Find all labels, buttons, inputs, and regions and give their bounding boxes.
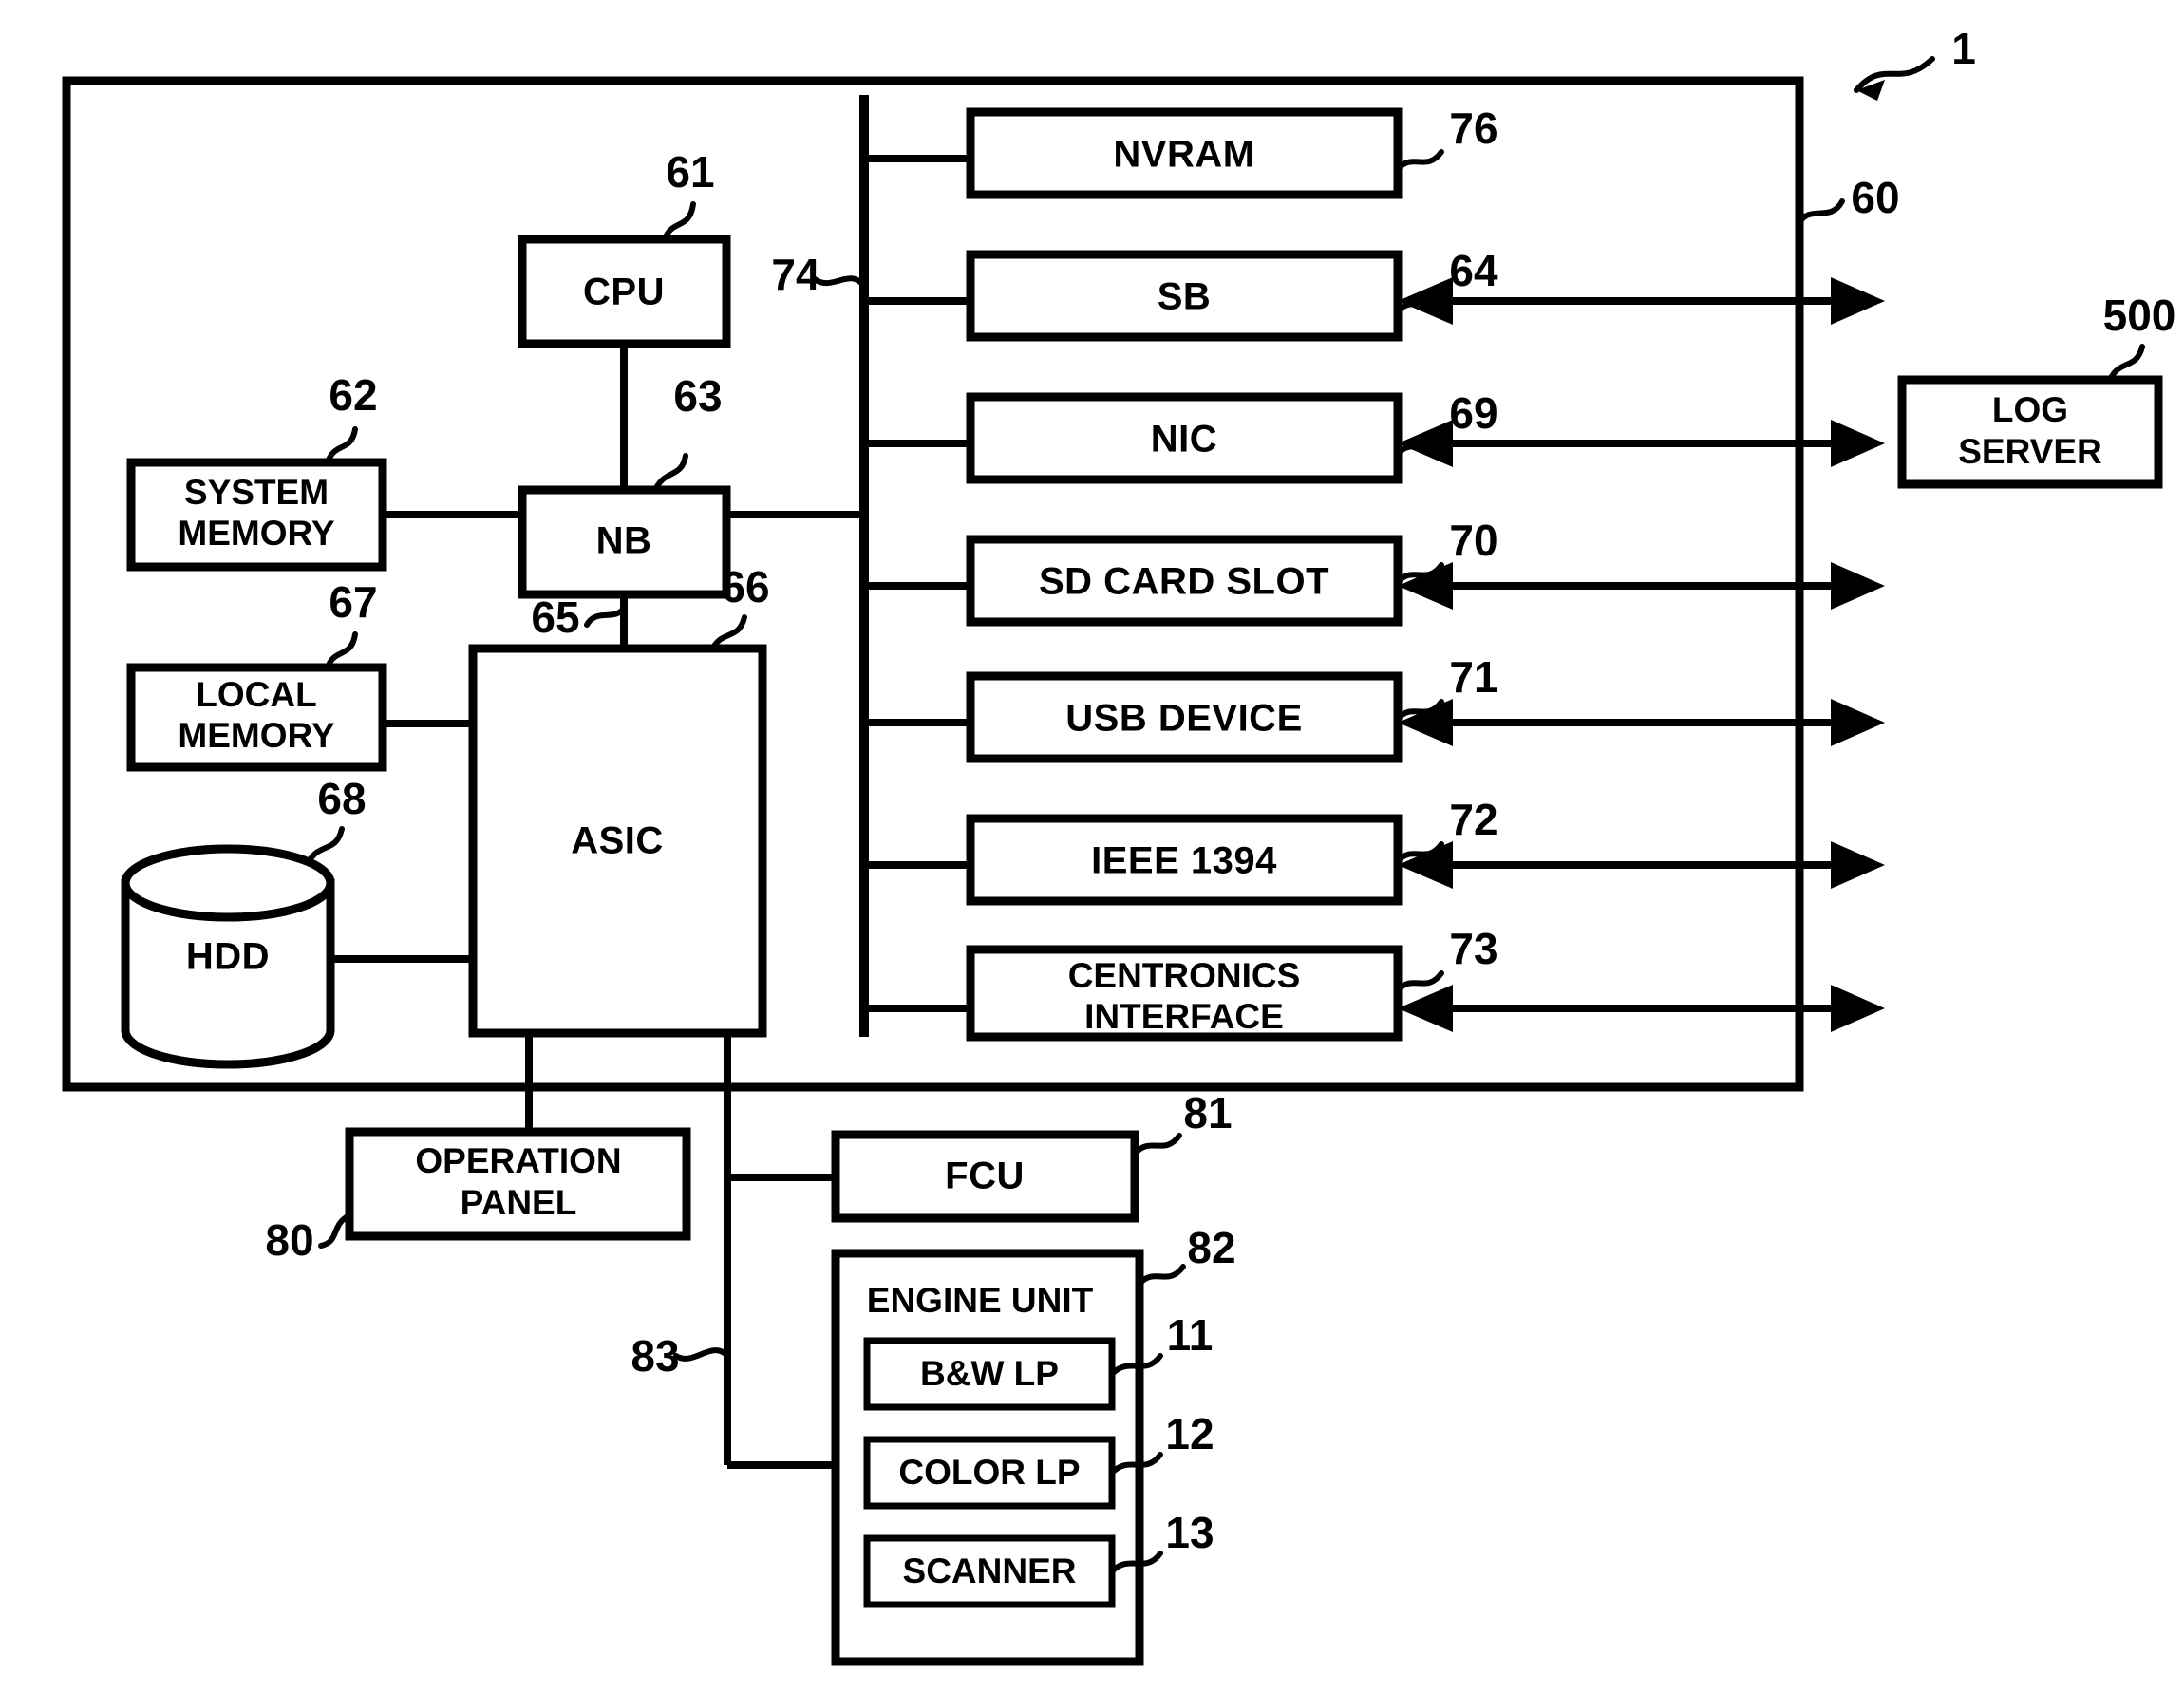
arrowhead-centronics-in [1398, 985, 1453, 1032]
lead-line-82 [1137, 1264, 1186, 1287]
arrowhead-nic-in [1398, 420, 1453, 467]
ref-76: 76 [1449, 103, 1497, 153]
block-cpu-label: CPU [583, 272, 665, 313]
block-log-server-label-line1: LOG [1992, 390, 2068, 429]
lead-line-65 [584, 605, 627, 628]
ref-64: 64 [1449, 246, 1498, 295]
block-operation-panel-label-line1: OPERATION [415, 1141, 621, 1180]
block-scanner-label: SCANNER [903, 1551, 1077, 1590]
block-log-server-label-line2: SERVER [1958, 432, 2102, 471]
lead-line-500 [2107, 344, 2145, 383]
arrowhead-usb-out [1831, 699, 1885, 746]
ref-74: 74 [771, 250, 820, 299]
block-bw-lp-label: B&W LP [920, 1354, 1059, 1393]
block-nb-label: NB [596, 520, 652, 562]
ref-70: 70 [1449, 516, 1497, 565]
lead-line-61 [662, 201, 696, 242]
block-usb-device-label: USB DEVICE [1065, 698, 1303, 740]
block-nvram-label: NVRAM [1113, 134, 1254, 176]
arrowhead-ieee1394-in [1398, 841, 1453, 889]
ref-12: 12 [1165, 1409, 1214, 1458]
block-centronics-label-line2: INTERFACE [1084, 997, 1284, 1036]
ref-66: 66 [721, 562, 769, 611]
ref-80: 80 [265, 1215, 313, 1265]
arrowhead-sb-out [1831, 277, 1885, 325]
ref-69: 69 [1449, 388, 1497, 438]
lead-line-1 [1854, 56, 1935, 93]
block-asic-label: ASIC [571, 820, 664, 862]
ref-68: 68 [317, 774, 366, 823]
arrowhead-nic-out [1831, 420, 1885, 467]
arrowhead-usb-in [1398, 699, 1453, 746]
block-local-memory-label-line1: LOCAL [196, 675, 316, 714]
block-local-memory-label-line2: MEMORY [178, 716, 334, 755]
arrowhead-centronics-out [1831, 985, 1885, 1032]
block-hdd-top [121, 844, 335, 922]
patent-figure: 1 60 CPU 61 NB 63 SYSTEM MEMORY 62 65 AS… [0, 0, 2184, 1692]
ref-81: 81 [1183, 1088, 1232, 1137]
ref-82: 82 [1187, 1223, 1235, 1272]
block-operation-panel-label-line2: PANEL [461, 1183, 577, 1222]
block-hdd-label: HDD [186, 936, 270, 978]
ref-65: 65 [531, 592, 579, 642]
block-sb-label: SB [1158, 276, 1212, 318]
ref-61: 61 [666, 147, 714, 197]
block-sd-card-slot-label: SD CARD SLOT [1039, 561, 1329, 603]
ref-62: 62 [329, 370, 377, 420]
lead-line-83 [673, 1347, 730, 1362]
block-system-memory-label-line2: MEMORY [178, 514, 334, 553]
lead-line-76 [1395, 149, 1444, 172]
block-engine-unit-label: ENGINE UNIT [867, 1281, 1094, 1320]
diagram-canvas: 1 60 CPU 61 NB 63 SYSTEM MEMORY 62 65 AS… [62, 24, 2176, 1666]
ref-1: 1 [1951, 24, 1976, 73]
block-fcu-label: FCU [945, 1156, 1025, 1197]
ref-73: 73 [1449, 924, 1497, 973]
lead-line-67 [325, 631, 358, 670]
ref-11: 11 [1167, 1310, 1214, 1360]
lead-line-74 [812, 275, 867, 290]
block-system-memory-label-line1: SYSTEM [184, 473, 329, 512]
block-color-lp-label: COLOR LP [898, 1453, 1080, 1492]
ref-83: 83 [631, 1331, 679, 1381]
lead-line-60 [1797, 198, 1845, 226]
ref-63: 63 [673, 371, 722, 421]
arrowhead-sdcard-in [1398, 562, 1453, 610]
block-ieee1394-label: IEEE 1394 [1091, 840, 1277, 882]
lead-line-62 [325, 426, 358, 465]
arrowhead-sdcard-out [1831, 562, 1885, 610]
ref-67: 67 [329, 577, 377, 627]
lead-line-68 [306, 826, 345, 865]
arrowhead-sb-in [1398, 277, 1453, 325]
ref-60: 60 [1851, 173, 1899, 222]
lead-line-81 [1132, 1133, 1182, 1156]
lead-line-73 [1395, 970, 1444, 993]
arrowhead-ieee1394-out [1831, 841, 1885, 889]
ref-72: 72 [1449, 795, 1497, 844]
ref-71: 71 [1449, 652, 1497, 702]
lead-line-63 [652, 453, 688, 493]
block-centronics-label-line1: CENTRONICS [1068, 956, 1301, 995]
ref-500: 500 [2103, 291, 2176, 340]
ref-13: 13 [1165, 1508, 1214, 1557]
block-nic-label: NIC [1151, 419, 1217, 461]
